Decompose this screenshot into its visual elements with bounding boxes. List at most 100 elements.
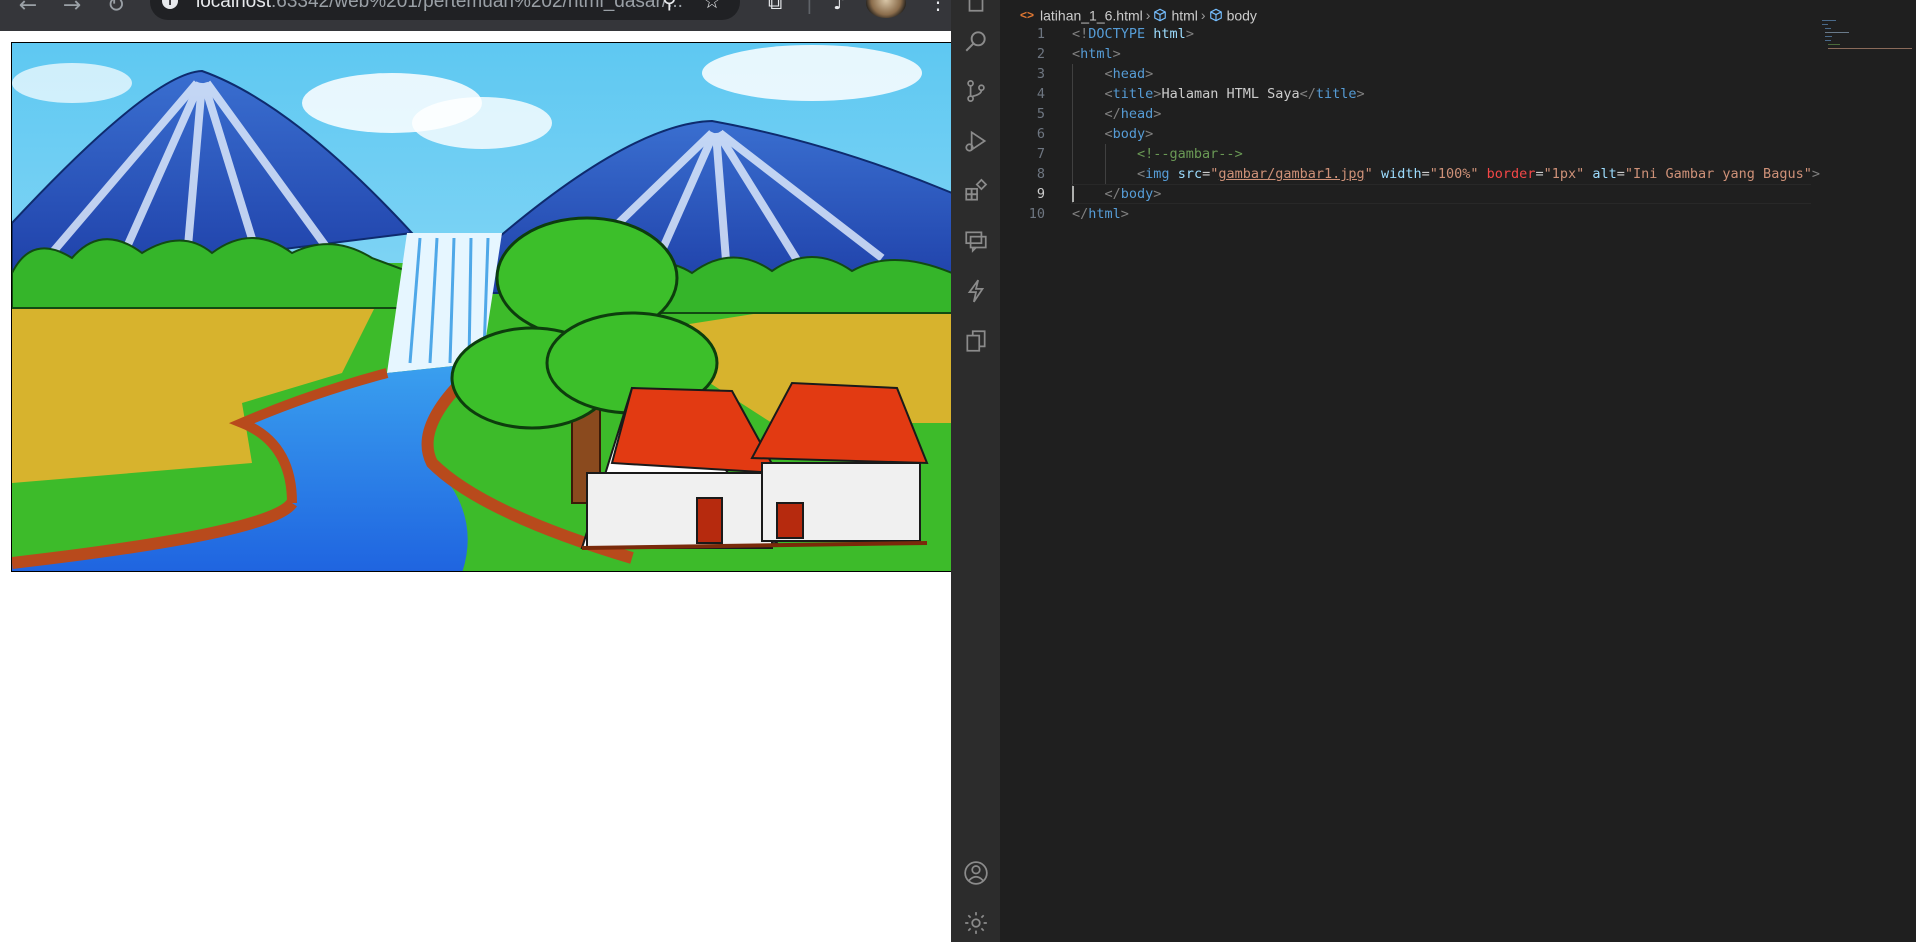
code-line[interactable]: 6 <body>	[1000, 124, 1916, 144]
url-path: :63342/web%201/pertemuan%202/html_dasar/…	[271, 0, 683, 12]
line-number: 5	[1036, 106, 1045, 122]
media-control-icon[interactable]: ♪	[833, 0, 846, 14]
copy-files-icon[interactable]	[963, 328, 989, 354]
code-token: <	[1104, 66, 1113, 82]
html-file-icon: <>	[1020, 8, 1035, 23]
line-number: 10	[1028, 206, 1045, 222]
code-token: >	[1811, 166, 1820, 182]
code-token: >	[1145, 66, 1154, 82]
code-line[interactable]: 1 <!DOCTYPE html>	[1000, 24, 1916, 44]
source-control-icon[interactable]	[963, 78, 989, 104]
zoom-icon[interactable]: ⚲	[662, 0, 677, 20]
profile-avatar[interactable]	[866, 0, 906, 18]
code-token: "Ini Gambar yang Bagus"	[1624, 166, 1812, 182]
text-cursor	[1072, 186, 1074, 202]
reload-icon[interactable]: ↻	[102, 0, 130, 20]
account-icon[interactable]	[963, 860, 989, 886]
code-text[interactable]: </body>	[1072, 184, 1162, 204]
code-token: "	[1364, 166, 1373, 182]
breadcrumb-file[interactable]: latihan_1_6.html	[1040, 7, 1143, 23]
code-text[interactable]: </head>	[1072, 104, 1162, 124]
settings-gear-icon[interactable]	[963, 910, 989, 936]
thunder-client-icon[interactable]	[963, 278, 989, 304]
code-token: Halaman HTML Saya	[1161, 86, 1300, 102]
code-line[interactable]: 10 </html>	[1000, 204, 1916, 224]
code-token: <!--gambar-->	[1137, 146, 1243, 162]
code-lines[interactable]: 1 <!DOCTYPE html> 2 <html> 3 <head> 4 <title>…	[1000, 24, 1916, 224]
code-line[interactable]: 4 <title>Halaman HTML Saya</title>	[1000, 84, 1916, 104]
code-text[interactable]: <body>	[1072, 124, 1154, 144]
code-token: <	[1137, 166, 1146, 182]
code-token: >	[1145, 126, 1154, 142]
code-token: =	[1535, 166, 1544, 182]
breadcrumb-body[interactable]: body	[1227, 7, 1257, 23]
code-token: </	[1104, 186, 1121, 202]
site-info-icon[interactable]: i	[162, 0, 178, 9]
code-token: head	[1112, 66, 1146, 82]
landscape-drawing	[12, 43, 951, 571]
code-text[interactable]: <!DOCTYPE html>	[1072, 24, 1194, 44]
code-token: width	[1380, 166, 1422, 182]
code-token: html	[1088, 206, 1121, 222]
explorer-files-icon[interactable]	[963, 0, 989, 14]
chevron-right-icon: ›	[1200, 7, 1206, 24]
extensions-icon[interactable]	[963, 178, 989, 204]
code-line[interactable]: 5 </head>	[1000, 104, 1916, 124]
code-token: "1px"	[1543, 166, 1585, 182]
breadcrumb: <> latihan_1_6.html › html › body	[1020, 4, 1257, 24]
code-token: <	[1104, 126, 1113, 142]
line-number: 3	[1036, 66, 1045, 82]
code-token: title	[1315, 86, 1357, 102]
code-text[interactable]: </html>	[1072, 204, 1129, 224]
code-line[interactable]: 2 <html>	[1000, 44, 1916, 64]
code-text[interactable]: <html>	[1072, 44, 1121, 64]
code-line[interactable]: 9 </body>	[1000, 184, 1916, 204]
code-token: </	[1072, 206, 1089, 222]
line-number: 1	[1036, 26, 1045, 42]
code-text[interactable]: <img src="gambar/gambar1.jpg" width="100…	[1072, 164, 1820, 184]
back-arrow-icon[interactable]: ←	[14, 0, 42, 20]
forward-arrow-icon[interactable]: →	[58, 0, 86, 20]
code-token: border	[1486, 166, 1536, 182]
code-token: body	[1112, 126, 1146, 142]
code-line[interactable]: 3 <head>	[1000, 64, 1916, 84]
run-debug-icon[interactable]	[963, 128, 989, 154]
remote-explorer-icon[interactable]	[963, 228, 989, 254]
code-text[interactable]: <title>Halaman HTML Saya</title>	[1072, 84, 1365, 104]
bookmark-star-icon[interactable]: ☆	[703, 0, 721, 20]
address-bar[interactable]: i localhost:63342/web%201/pertemuan%202/…	[150, 0, 740, 20]
chevron-right-icon: ›	[1145, 7, 1151, 24]
code-token: >	[1112, 46, 1121, 62]
code-token: html	[1153, 26, 1186, 42]
search-icon[interactable]	[963, 28, 989, 54]
line-number: 2	[1036, 46, 1045, 62]
code-token: DOCTYPE	[1088, 26, 1154, 42]
url-text[interactable]: localhost:63342/web%201/pertemuan%202/ht…	[196, 0, 683, 20]
browser-menu-icon[interactable]: ⋮	[928, 0, 948, 14]
code-token: <	[1072, 46, 1081, 62]
line-number: 7	[1036, 146, 1045, 162]
landscape-image	[11, 42, 951, 572]
code-token: >	[1356, 86, 1365, 102]
line-number: 8	[1036, 166, 1045, 182]
code-token: title	[1112, 86, 1154, 102]
browser-toolbar: ← → ↻ i localhost:63342/web%201/pertemua…	[0, 0, 951, 31]
code-line[interactable]: 8 <img src="gambar/gambar1.jpg" width="1…	[1000, 164, 1916, 184]
code-token: </	[1299, 86, 1316, 102]
code-text[interactable]: <head>	[1072, 64, 1154, 84]
code-token: body	[1120, 186, 1154, 202]
code-editor: <> latihan_1_6.html › html › body 1 <!DOCTYPE …	[1000, 0, 1916, 942]
minimap[interactable]	[1822, 20, 1912, 50]
code-line[interactable]: 7 <!--gambar-->	[1000, 144, 1916, 164]
breadcrumb-html[interactable]: html	[1171, 7, 1197, 23]
code-token: <!	[1072, 26, 1089, 42]
extensions-puzzle-icon[interactable]: ⧉	[768, 0, 782, 14]
code-text[interactable]: <!--gambar-->	[1072, 144, 1243, 164]
